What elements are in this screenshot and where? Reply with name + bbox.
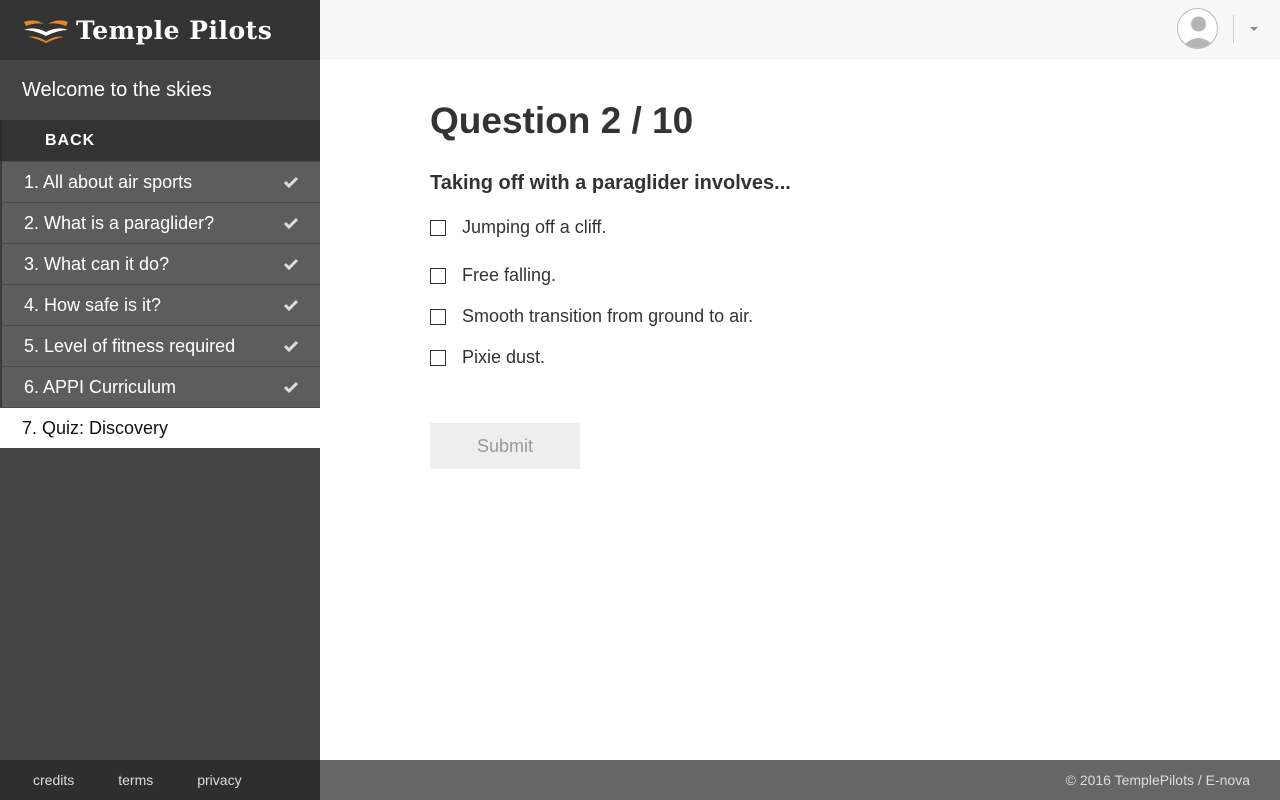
checkmark-icon (282, 296, 300, 314)
lesson-item[interactable]: 4. How safe is it? (0, 284, 320, 325)
question-title: Question 2 / 10 (430, 100, 694, 141)
brand-name: Temple Pilots (76, 15, 273, 45)
question-prompt: Taking off with a paraglider involves... (430, 172, 791, 194)
caret-down-icon[interactable] (1250, 27, 1258, 31)
lesson-label: 7. Quiz: Discovery (22, 417, 169, 438)
wing-logo-icon (24, 20, 68, 43)
lesson-label: 3. What can it do? (24, 253, 170, 274)
checkmark-icon (282, 214, 300, 232)
welcome-text: Welcome to the skies (22, 78, 212, 101)
lesson-label: 6. APPI Curriculum (24, 376, 177, 397)
answer-option[interactable]: Smooth transition from ground to air. (430, 296, 1230, 337)
top-bar (320, 0, 1280, 59)
lesson-item[interactable]: 1. All about air sports (0, 161, 320, 202)
answer-option[interactable]: Jumping off a cliff. (430, 215, 1230, 240)
lesson-label: 4. How safe is it? (24, 294, 162, 315)
lesson-label: 1. All about air sports (24, 171, 193, 192)
sidebar-footer: credits terms privacy (0, 760, 320, 800)
checkmark-icon (282, 378, 300, 396)
checkmark-icon (282, 337, 300, 355)
answer-label: Jumping off a cliff. (462, 217, 607, 237)
answer-label: Free falling. (462, 265, 557, 285)
copyright-text: © 2016 TemplePilots / E-nova (1065, 772, 1250, 788)
submit-button[interactable]: Submit (430, 423, 580, 469)
logo-bar: Temple Pilots (0, 0, 320, 60)
lesson-list: 1. All about air sports 2. What is a par… (0, 161, 320, 448)
lesson-item[interactable]: 2. What is a paraglider? (0, 202, 320, 243)
terms-link[interactable]: terms (96, 772, 175, 788)
lesson-item[interactable]: 3. What can it do? (0, 243, 320, 284)
answer-checkbox[interactable] (430, 219, 446, 236)
user-avatar-icon[interactable] (1177, 8, 1218, 49)
privacy-link[interactable]: privacy (175, 772, 263, 788)
answer-options: Jumping off a cliff. Free falling. Smoot… (430, 215, 1230, 378)
answer-checkbox[interactable] (430, 349, 446, 366)
checkmark-icon (282, 173, 300, 191)
answer-option[interactable]: Free falling. (430, 255, 1230, 296)
sidebar: Temple Pilots Welcome to the skies BACK … (0, 0, 320, 800)
back-button[interactable]: BACK (0, 120, 320, 161)
header-divider (1233, 15, 1234, 43)
credits-link[interactable]: credits (0, 772, 96, 788)
quiz-panel: Question 2 / 10 Taking off with a paragl… (430, 100, 1230, 469)
lesson-label: 2. What is a paraglider? (24, 212, 215, 233)
answer-label: Smooth transition from ground to air. (462, 306, 754, 326)
bottom-bar: © 2016 TemplePilots / E-nova (320, 760, 1280, 800)
answer-checkbox[interactable] (430, 267, 446, 284)
brand-logo[interactable]: Temple Pilots (22, 16, 272, 45)
answer-label: Pixie dust. (462, 347, 546, 367)
answer-checkbox[interactable] (430, 308, 446, 325)
checkmark-icon (282, 255, 300, 273)
lesson-label: 5. Level of fitness required (24, 335, 236, 356)
answer-option[interactable]: Pixie dust. (430, 337, 1230, 378)
lesson-item[interactable]: 6. APPI Curriculum (0, 366, 320, 407)
lesson-item-active[interactable]: 7. Quiz: Discovery (0, 407, 320, 448)
lesson-item[interactable]: 5. Level of fitness required (0, 325, 320, 366)
